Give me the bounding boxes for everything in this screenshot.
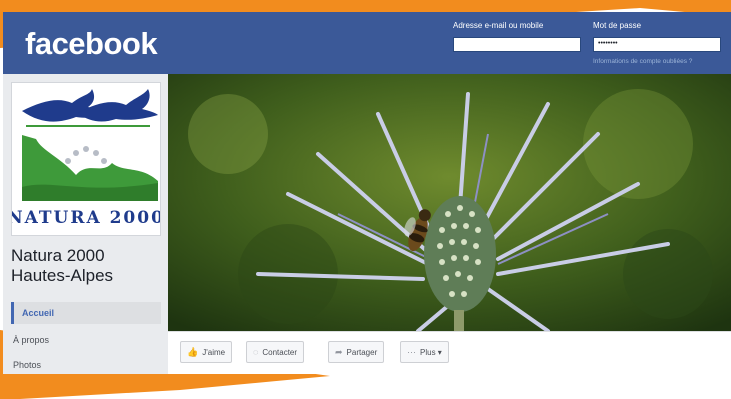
email-label: Adresse e-mail ou mobile (453, 21, 544, 30)
password-field[interactable]: •••••••• (593, 37, 721, 52)
sidebar-item-accueil[interactable]: Accueil (11, 302, 161, 324)
more-dots-icon: ··· (407, 347, 416, 357)
more-label: Plus ▾ (420, 347, 442, 357)
facebook-page-screenshot: facebook Adresse e-mail ou mobile Mot de… (3, 12, 731, 374)
share-button[interactable]: ➦ Partager (328, 341, 385, 363)
page-profile-picture[interactable]: NATURA 2000 (11, 82, 161, 236)
thumbs-up-icon: 👍 (187, 346, 199, 357)
email-field[interactable] (453, 37, 581, 52)
cover-photo[interactable] (168, 74, 731, 331)
facebook-logo[interactable]: facebook (25, 26, 158, 62)
contact-label: Contacter (262, 347, 298, 357)
sidebar-item-photos[interactable]: Photos (13, 360, 41, 370)
thistle-bee-photo (168, 74, 731, 331)
sidebar-item-a-propos[interactable]: À propos (13, 335, 49, 345)
share-arrow-icon: ➦ (335, 346, 343, 357)
sidebar-item-label: Accueil (22, 308, 55, 318)
page-action-bar: 👍 J'aime ◌ Contacter ➦ Partager ··· Plus… (168, 331, 731, 374)
left-column: NATURA 2000 Natura 2000 Hautes-Alpes Acc… (3, 74, 168, 374)
like-label: J'aime (202, 347, 226, 357)
share-label: Partager (346, 347, 378, 357)
password-label: Mot de passe (593, 21, 642, 30)
natura-2000-logo: NATURA 2000 (12, 83, 160, 235)
forgot-account-link[interactable]: Informations de compte oubliées ? (593, 58, 692, 65)
page-title: Natura 2000 Hautes-Alpes (11, 246, 114, 285)
contact-button[interactable]: ◌ Contacter (246, 341, 305, 363)
logo-wordmark: NATURA 2000 (12, 208, 160, 228)
like-button[interactable]: 👍 J'aime (180, 341, 233, 363)
messenger-icon: ◌ (253, 347, 259, 357)
more-button[interactable]: ··· Plus ▾ (400, 341, 449, 363)
top-bar: facebook Adresse e-mail ou mobile Mot de… (3, 12, 731, 74)
